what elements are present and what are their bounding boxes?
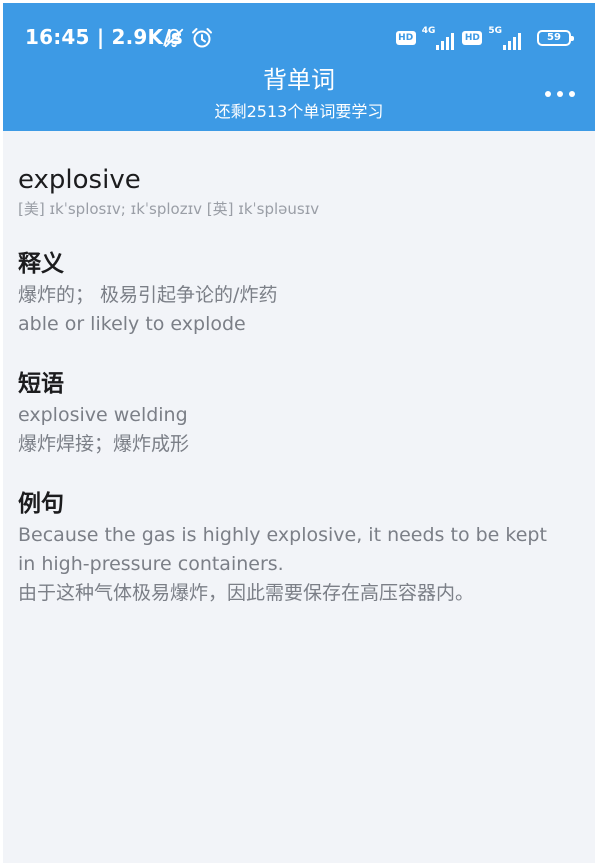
- status-bar: 16:45 | 2.9K/s HD 4G HD 5G 59: [3, 3, 595, 61]
- meaning-en: able or likely to explode: [18, 313, 246, 335]
- phrases-title: 短语: [18, 371, 64, 397]
- remaining-words-subtitle: 还剩2513个单词要学习: [214, 102, 384, 121]
- word-study-screen: 16:45 | 2.9K/s HD 4G HD 5G 59 背单词 还剩2513…: [3, 3, 595, 863]
- examples-title: 例句: [18, 491, 64, 517]
- battery-icon: 59: [537, 30, 574, 46]
- meaning-section: 释义 爆炸的； 极易引起争论的/炸药 able or likely to exp…: [18, 249, 578, 339]
- example-en-line-2: in high-pressure containers.: [18, 553, 284, 575]
- more-dots-icon: [557, 91, 563, 97]
- status-right-icons: HD 4G HD 5G 59: [395, 25, 574, 51]
- examples-section: 例句 Because the gas is highly explosive, …: [18, 489, 578, 608]
- signal-5g-icon: 5G: [488, 26, 523, 50]
- page-title: 背单词: [263, 66, 335, 94]
- word-phonetic: [美] ɪkˈsplosɪv; ɪkˈsplozɪv [英] ɪkˈspləus…: [18, 200, 320, 218]
- signal-bars-icon: [436, 33, 455, 50]
- mute-bell-icon: [164, 28, 184, 48]
- phrases-section: 短语 explosive welding 爆炸焊接；爆炸成形: [18, 369, 578, 459]
- signal-4g-icon: 4G: [422, 26, 457, 50]
- hd-icon: HD: [462, 31, 483, 45]
- hd-icon: HD: [395, 31, 416, 45]
- network-5g-label: 5G: [488, 26, 502, 36]
- more-options-button[interactable]: [541, 79, 579, 109]
- network-4g-label: 4G: [421, 26, 436, 36]
- word-headword: explosive: [18, 165, 141, 195]
- example-en-line-1: Because the gas is highly explosive, it …: [18, 524, 547, 546]
- more-dots-icon: [569, 91, 575, 97]
- signal-bars-icon: [503, 33, 521, 50]
- alarm-icon: [192, 28, 212, 48]
- status-time-speed: 16:45 | 2.9K/s: [25, 25, 183, 49]
- phrase-en: explosive welding: [18, 404, 188, 426]
- meaning-title: 释义: [18, 251, 64, 277]
- example-zh: 由于这种气体极易爆炸，因此需要保存在高压容器内。: [18, 582, 475, 604]
- more-dots-icon: [545, 91, 551, 97]
- word-detail-content: explosive [美] ɪkˈsplosɪv; ɪkˈsplozɪv [英]…: [18, 163, 578, 608]
- phrase-zh: 爆炸焊接；爆炸成形: [18, 433, 190, 455]
- app-header: 16:45 | 2.9K/s HD 4G HD 5G 59 背单词 还剩2513…: [3, 3, 595, 131]
- meaning-zh: 爆炸的； 极易引起争论的/炸药: [18, 284, 278, 306]
- battery-level: 59: [547, 32, 561, 43]
